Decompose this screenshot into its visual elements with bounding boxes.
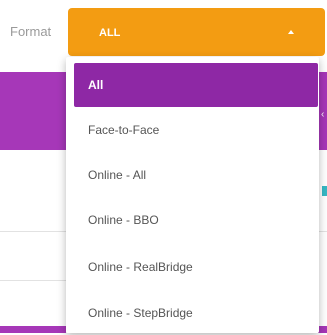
option-label: Online - RealBridge xyxy=(88,260,193,274)
option-face-to-face[interactable]: Face-to-Face xyxy=(74,108,318,152)
option-label: Online - All xyxy=(88,168,147,182)
format-select-value: ALL xyxy=(99,27,121,39)
background-footer-band xyxy=(0,326,66,333)
option-online-bbo[interactable]: Online - BBO xyxy=(74,198,318,242)
option-label: Face-to-Face xyxy=(88,123,160,137)
divider-lower xyxy=(0,280,66,281)
option-online-stepbridge[interactable]: Online - StepBridge xyxy=(74,291,318,335)
background-footer-band-right xyxy=(318,326,327,333)
caret-up-icon xyxy=(288,30,294,34)
background-accent xyxy=(322,186,327,196)
background-icon: ‹ xyxy=(321,109,325,120)
divider-right xyxy=(318,231,327,232)
background-header-band xyxy=(0,72,66,150)
format-dropdown-menu: All Face-to-Face Online - All Online - B… xyxy=(66,57,319,333)
option-label: All xyxy=(88,78,104,92)
option-online-realbridge[interactable]: Online - RealBridge xyxy=(74,245,318,289)
option-label: Online - BBO xyxy=(88,213,159,227)
format-select[interactable]: ALL xyxy=(68,8,325,56)
divider xyxy=(0,231,66,232)
option-all[interactable]: All xyxy=(74,63,318,107)
format-label: Format xyxy=(10,24,52,39)
option-online-all[interactable]: Online - All xyxy=(74,153,318,197)
option-label: Online - StepBridge xyxy=(88,306,193,320)
